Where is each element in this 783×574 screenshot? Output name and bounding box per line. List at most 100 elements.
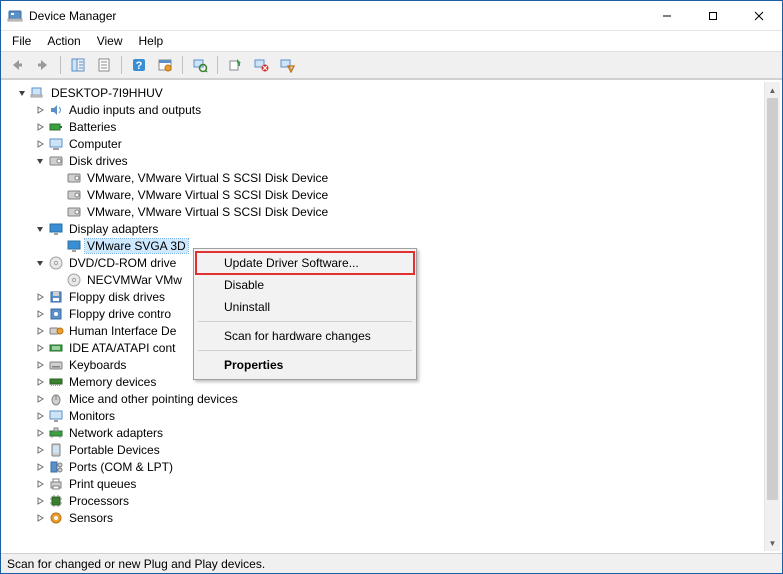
chevron-right-icon[interactable]: [33, 137, 47, 151]
tree-node-label: Network adapters: [67, 426, 165, 440]
maximize-button[interactable]: [690, 1, 736, 30]
tree-node-label: VMware, VMware Virtual S SCSI Disk Devic…: [85, 205, 330, 219]
toolbar-separator: [182, 56, 183, 74]
minimize-button[interactable]: [644, 1, 690, 30]
monitor-icon: [48, 408, 64, 424]
mouse-icon: [48, 391, 64, 407]
tree-node-cat-0[interactable]: Audio inputs and outputs: [7, 101, 764, 118]
disk-icon: [66, 170, 82, 186]
battery-icon: [48, 119, 64, 135]
toolbar-separator: [60, 56, 61, 74]
chevron-down-icon[interactable]: [33, 154, 47, 168]
chevron-right-icon[interactable]: [33, 460, 47, 474]
scroll-track[interactable]: [765, 98, 780, 535]
menu-action[interactable]: Action: [40, 32, 87, 50]
ctx-properties[interactable]: Properties: [196, 354, 414, 376]
sensor-icon: [48, 510, 64, 526]
tree-node-label: Computer: [67, 137, 124, 151]
ctx-update-driver[interactable]: Update Driver Software...: [196, 252, 414, 274]
scroll-thumb[interactable]: [767, 98, 778, 500]
toolbar-scan-button[interactable]: [188, 53, 212, 77]
toolbar-disable-button[interactable]: [275, 53, 299, 77]
chevron-right-icon[interactable]: [33, 443, 47, 457]
chevron-right-icon[interactable]: [33, 375, 47, 389]
vertical-scrollbar[interactable]: ▲ ▼: [764, 82, 780, 551]
menu-help[interactable]: Help: [132, 32, 171, 50]
toolbar-show-hide-tree-button[interactable]: [66, 53, 90, 77]
toolbar-forward-button[interactable]: [31, 53, 55, 77]
tree-node-label: Human Interface De: [67, 324, 178, 338]
tree-node-label: IDE ATA/ATAPI cont: [67, 341, 177, 355]
tree-node-label: Print queues: [67, 477, 138, 491]
tree-node-label: Disk drives: [67, 154, 130, 168]
tree-node-label: VMware, VMware Virtual S SCSI Disk Devic…: [85, 171, 330, 185]
tree-node-cat-18[interactable]: Processors: [7, 492, 764, 509]
chevron-right-icon[interactable]: [33, 511, 47, 525]
tree-node-label: Memory devices: [67, 375, 158, 389]
chevron-right-icon[interactable]: [33, 324, 47, 338]
tree-node-label: DVD/CD-ROM drive: [67, 256, 178, 270]
tree-node-cat-13[interactable]: Monitors: [7, 407, 764, 424]
chevron-right-icon[interactable]: [33, 120, 47, 134]
tree-node-cat-15[interactable]: Portable Devices: [7, 441, 764, 458]
chevron-right-icon[interactable]: [33, 426, 47, 440]
tree-node-cat-12[interactable]: Mice and other pointing devices: [7, 390, 764, 407]
ctx-disable[interactable]: Disable: [196, 274, 414, 296]
window-title: Device Manager: [29, 9, 116, 23]
chevron-right-icon[interactable]: [33, 103, 47, 117]
chevron-right-icon[interactable]: [33, 392, 47, 406]
tree-node-dev-3-2[interactable]: VMware, VMware Virtual S SCSI Disk Devic…: [7, 203, 764, 220]
tree-node-label: Monitors: [67, 409, 117, 423]
tree-node-cat-19[interactable]: Sensors: [7, 509, 764, 526]
statusbar: Scan for changed or new Plug and Play de…: [1, 553, 782, 573]
chevron-right-icon[interactable]: [33, 307, 47, 321]
tree-node-root[interactable]: DESKTOP-7I9HHUV: [7, 84, 764, 101]
chevron-right-icon[interactable]: [33, 358, 47, 372]
tree-node-label: Floppy disk drives: [67, 290, 167, 304]
tree-node-cat-1[interactable]: Batteries: [7, 118, 764, 135]
ctx-scan[interactable]: Scan for hardware changes: [196, 325, 414, 347]
tree-node-cat-3[interactable]: Disk drives: [7, 152, 764, 169]
close-button[interactable]: [736, 1, 782, 30]
chevron-down-icon[interactable]: [33, 222, 47, 236]
chevron-right-icon[interactable]: [33, 494, 47, 508]
window-controls: [644, 1, 782, 30]
toolbar-show-hidden-button[interactable]: [153, 53, 177, 77]
ctx-uninstall[interactable]: Uninstall: [196, 296, 414, 318]
disk-icon: [66, 187, 82, 203]
toolbar-help-button[interactable]: ?: [127, 53, 151, 77]
tree-node-cat-16[interactable]: Ports (COM & LPT): [7, 458, 764, 475]
chevron-right-icon[interactable]: [33, 409, 47, 423]
tree-node-cat-4[interactable]: Display adapters: [7, 220, 764, 237]
tree-node-label: Portable Devices: [67, 443, 162, 457]
chevron-right-icon[interactable]: [33, 477, 47, 491]
toolbar-uninstall-button[interactable]: [249, 53, 273, 77]
printer-icon: [48, 476, 64, 492]
tree-node-cat-17[interactable]: Print queues: [7, 475, 764, 492]
chevron-right-icon[interactable]: [33, 341, 47, 355]
chevron-right-icon[interactable]: [33, 290, 47, 304]
chevron-down-icon[interactable]: [33, 256, 47, 270]
tree-node-cat-2[interactable]: Computer: [7, 135, 764, 152]
display-icon: [66, 238, 82, 254]
tree-node-label: Audio inputs and outputs: [67, 103, 203, 117]
menu-view[interactable]: View: [90, 32, 130, 50]
floppy-ctrl-icon: [48, 306, 64, 322]
toolbar-properties-button[interactable]: [92, 53, 116, 77]
tree-node-cat-14[interactable]: Network adapters: [7, 424, 764, 441]
tree-node-dev-3-0[interactable]: VMware, VMware Virtual S SCSI Disk Devic…: [7, 169, 764, 186]
memory-icon: [48, 374, 64, 390]
ide-icon: [48, 340, 64, 356]
chevron-down-icon[interactable]: [15, 86, 29, 100]
toolbar-update-driver-button[interactable]: [223, 53, 247, 77]
toolbar-separator: [217, 56, 218, 74]
tree-node-label: Display adapters: [67, 222, 160, 236]
toolbar-back-button[interactable]: [5, 53, 29, 77]
scroll-up-arrow[interactable]: ▲: [765, 82, 780, 98]
ctx-separator: [198, 321, 412, 322]
tree-node-dev-3-1[interactable]: VMware, VMware Virtual S SCSI Disk Devic…: [7, 186, 764, 203]
hid-icon: [48, 323, 64, 339]
tree-node-label: Batteries: [67, 120, 118, 134]
scroll-down-arrow[interactable]: ▼: [765, 535, 780, 551]
menu-file[interactable]: File: [5, 32, 38, 50]
